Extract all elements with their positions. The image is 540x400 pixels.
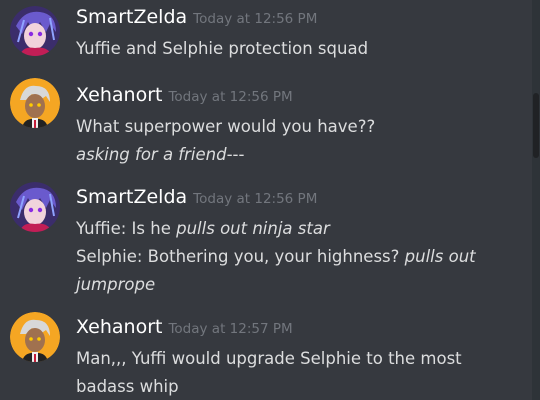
message-text: Man,,, Yuffi would upgrade Selphie to th…: [76, 349, 462, 368]
message-timestamp: Today at 12:56 PM: [168, 89, 293, 105]
xehanort-avatar[interactable]: [10, 312, 60, 362]
scrollbar[interactable]: [532, 0, 540, 400]
xehanort-avatar[interactable]: [10, 78, 60, 128]
author-name[interactable]: SmartZelda Today at 12:56 PM: [76, 186, 317, 208]
smartzelda-avatar[interactable]: [10, 182, 60, 232]
message-timestamp: Today at 12:56 PM: [193, 11, 318, 27]
message-text: badass whip: [76, 377, 179, 396]
author-name[interactable]: Xehanort Today at 12:57 PM: [76, 316, 293, 338]
smartzelda-avatar[interactable]: [10, 6, 60, 56]
message-text: Yuffie: Is he pulls out ninja star: [76, 219, 330, 238]
message-text: What superpower would you have??: [76, 117, 376, 136]
message-text: asking for a friend---: [76, 145, 245, 164]
author-name[interactable]: SmartZelda Today at 12:56 PM: [76, 6, 317, 28]
message-timestamp: Today at 12:57 PM: [168, 321, 293, 337]
message-text: Yuffie and Selphie protection squad: [76, 39, 369, 58]
message-text: Selphie: Bothering you, your highness? p…: [76, 247, 476, 266]
author-name[interactable]: Xehanort Today at 12:56 PM: [76, 84, 293, 106]
message-text: jumprope: [76, 275, 156, 294]
scrollbar-thumb[interactable]: [533, 93, 539, 158]
message-timestamp: Today at 12:56 PM: [193, 191, 318, 207]
